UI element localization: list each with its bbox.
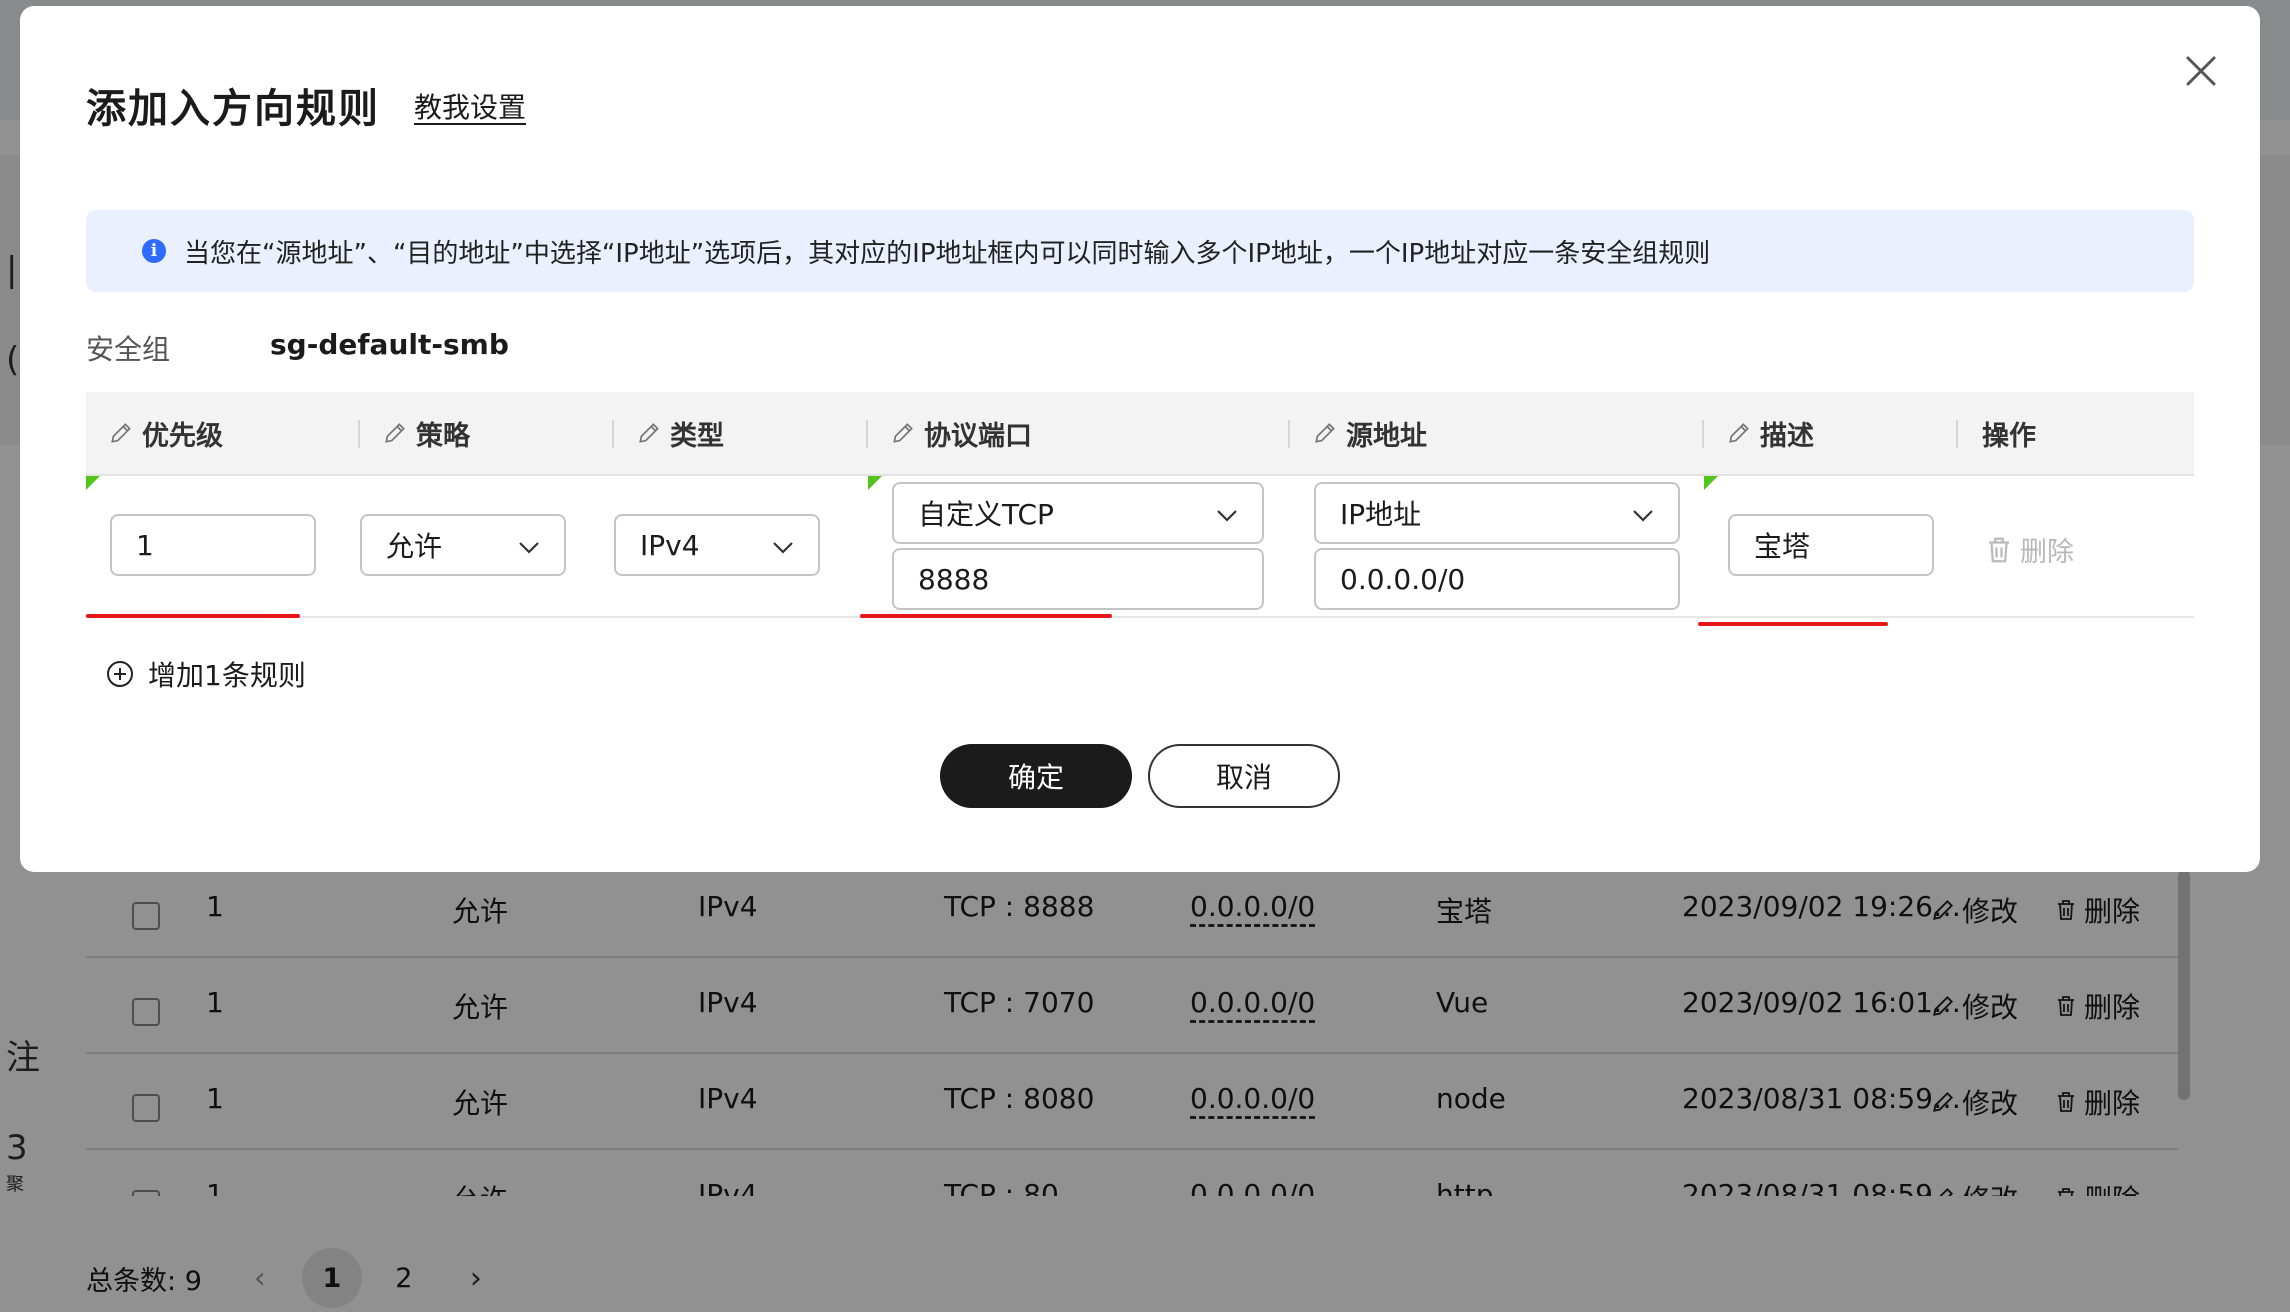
- pencil-icon: [385, 423, 405, 443]
- delete-rule-button[interactable]: 删除: [1984, 530, 2074, 569]
- column-desc: 描述: [1726, 392, 1814, 474]
- info-banner: i 当您在“源地址”、“目的地址”中选择“IP地址”选项后，其对应的IP地址框内…: [86, 210, 2194, 292]
- changed-marker: [1704, 476, 1718, 490]
- changed-marker: [868, 476, 882, 490]
- security-group-value: sg-default-smb: [270, 328, 509, 361]
- chevron-down-icon: [1217, 510, 1237, 522]
- trash-icon: [1989, 537, 2009, 562]
- pencil-icon: [893, 423, 913, 443]
- pencil-icon: [1315, 423, 1335, 443]
- policy-select-value: 允许: [386, 530, 443, 563]
- pencil-icon: [1729, 423, 1749, 443]
- add-rule-button[interactable]: 增加1条规则: [106, 654, 306, 694]
- chevron-down-icon: [1633, 510, 1653, 522]
- column-divider: [866, 420, 868, 448]
- rule-table-header: 优先级 策略 类型 协议端口 源地址 描述 操作: [86, 392, 2194, 476]
- type-select[interactable]: IPv4: [614, 514, 820, 576]
- chevron-down-icon: [519, 542, 539, 554]
- description-input[interactable]: 宝塔: [1728, 514, 1934, 576]
- changed-marker: [86, 476, 100, 490]
- confirm-button[interactable]: 确定: [940, 744, 1132, 808]
- column-port: 协议端口: [890, 392, 1032, 474]
- red-annotation-underline: [1698, 622, 1888, 626]
- pencil-icon: [111, 423, 131, 443]
- info-text: 当您在“源地址”、“目的地址”中选择“IP地址”选项后，其对应的IP地址框内可以…: [184, 238, 1711, 269]
- source-type-select-value: IP地址: [1340, 498, 1422, 531]
- info-icon: i: [142, 239, 166, 263]
- protocol-select-value: 自定义TCP: [918, 498, 1054, 531]
- column-priority: 优先级: [108, 392, 223, 474]
- red-annotation-underline: [86, 614, 300, 618]
- chevron-down-icon: [773, 542, 793, 554]
- red-annotation-underline: [860, 614, 1112, 618]
- column-divider: [1288, 420, 1290, 448]
- port-input[interactable]: 8888: [892, 548, 1264, 610]
- column-divider: [612, 420, 614, 448]
- priority-input[interactable]: 1: [110, 514, 316, 576]
- column-action: 操作: [1982, 420, 2036, 452]
- column-policy: 策略: [382, 392, 470, 474]
- column-divider: [358, 420, 360, 448]
- cancel-button[interactable]: 取消: [1148, 744, 1340, 808]
- rule-row: 1 允许 IPv4 自定义TCP 8888 IP地址 0.0.0.0/0 宝塔 …: [86, 476, 2194, 626]
- policy-select[interactable]: 允许: [360, 514, 566, 576]
- column-divider: [1702, 420, 1704, 448]
- close-icon[interactable]: [2180, 50, 2222, 92]
- dialog-title: 添加入方向规则: [86, 86, 380, 132]
- source-type-select[interactable]: IP地址: [1314, 482, 1680, 544]
- add-circle-icon: [107, 661, 133, 687]
- column-type: 类型: [636, 392, 724, 474]
- help-link[interactable]: 教我设置: [414, 86, 526, 126]
- pencil-icon: [639, 423, 659, 443]
- column-source: 源地址: [1312, 392, 1427, 474]
- type-select-value: IPv4: [640, 528, 700, 562]
- source-address-input[interactable]: 0.0.0.0/0: [1314, 548, 1680, 610]
- security-group-label: 安全组: [86, 333, 171, 366]
- column-divider: [1956, 420, 1958, 448]
- protocol-select[interactable]: 自定义TCP: [892, 482, 1264, 544]
- add-inbound-rule-dialog: 添加入方向规则 教我设置 i 当您在“源地址”、“目的地址”中选择“IP地址”选…: [20, 6, 2260, 872]
